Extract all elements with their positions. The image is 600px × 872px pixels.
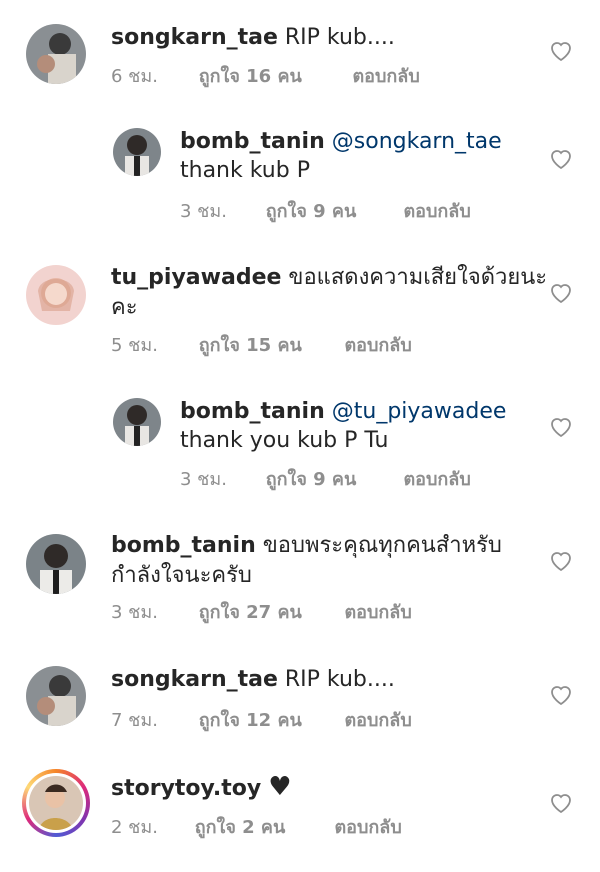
heart-outline-icon[interactable]	[549, 684, 573, 706]
timestamp: 2 ชม.	[111, 817, 158, 838]
comment-body: ขอแสดงความเสียใจด้วยนะ	[288, 265, 548, 290]
avatar[interactable]	[26, 534, 86, 594]
reply-button[interactable]: ตอบกลับ	[334, 812, 401, 841]
heart-outline-icon[interactable]	[549, 416, 573, 438]
username[interactable]: bomb_tanin	[180, 399, 325, 424]
comment-body-continued: กำลังใจนะครับ	[111, 563, 252, 588]
username[interactable]: bomb_tanin	[180, 129, 325, 154]
username[interactable]: songkarn_tae	[111, 25, 278, 50]
comment-text: bomb_tanin @songkarn_tae	[180, 126, 502, 158]
avatar[interactable]	[26, 666, 86, 726]
comment-meta: 2 ชม. ถูกใจ 2 คน ตอบกลับ	[111, 812, 402, 841]
comment-text: tu_piyawadee ขอแสดงความเสียใจด้วยนะ	[111, 262, 547, 294]
comment-body-continued: คะ	[111, 295, 138, 320]
comment-meta: 5 ชม. ถูกใจ 15 คน ตอบกลับ	[111, 330, 412, 359]
timestamp: 7 ชม.	[111, 710, 158, 731]
reply-button[interactable]: ตอบกลับ	[352, 61, 419, 90]
timestamp: 5 ชม.	[111, 335, 158, 356]
heart-outline-icon[interactable]	[549, 282, 573, 304]
avatar[interactable]	[113, 398, 161, 446]
comment-body: thank you kub P Tu	[180, 428, 389, 453]
heart-outline-icon[interactable]	[549, 550, 573, 572]
comment-meta: 3 ชม. ถูกใจ 9 คน ตอบกลับ	[180, 464, 471, 493]
timestamp: 3 ชม.	[180, 469, 227, 490]
username[interactable]: songkarn_tae	[111, 667, 278, 692]
username[interactable]: tu_piyawadee	[111, 265, 281, 290]
comment-body: RIP kub....	[284, 25, 395, 50]
comment-meta: 3 ชม. ถูกใจ 27 คน ตอบกลับ	[111, 597, 412, 626]
likes-count[interactable]: ถูกใจ 2 คน	[195, 812, 329, 841]
likes-count[interactable]: ถูกใจ 12 คน	[199, 705, 339, 734]
story-ring[interactable]	[22, 769, 90, 837]
comment-body: RIP kub....	[284, 667, 395, 692]
comment-meta: 7 ชม. ถูกใจ 12 คน ตอบกลับ	[111, 705, 412, 734]
mention-link[interactable]: @songkarn_tae	[332, 129, 502, 154]
comment-meta: 6 ชม. ถูกใจ 16 คน ตอบกลับ	[111, 61, 420, 90]
timestamp: 6 ชม.	[111, 66, 158, 87]
likes-count[interactable]: ถูกใจ 27 คน	[199, 597, 339, 626]
reply-button[interactable]: ตอบกลับ	[344, 330, 411, 359]
heart-outline-icon[interactable]	[549, 148, 573, 170]
reply-button[interactable]: ตอบกลับ	[344, 705, 411, 734]
comment-body: ขอบพระคุณทุกคนสำหรับ	[262, 533, 502, 558]
comment-meta: 3 ชม. ถูกใจ 9 คน ตอบกลับ	[180, 196, 471, 225]
heart-outline-icon[interactable]	[549, 40, 573, 62]
comment-text: songkarn_tae RIP kub....	[111, 22, 395, 54]
comment-text: songkarn_tae RIP kub....	[111, 664, 395, 696]
username[interactable]: storytoy.toy	[111, 776, 261, 801]
avatar[interactable]	[26, 265, 86, 325]
avatar[interactable]	[26, 24, 86, 84]
reply-button[interactable]: ตอบกลับ	[344, 597, 411, 626]
reply-button[interactable]: ตอบกลับ	[403, 464, 470, 493]
likes-count[interactable]: ถูกใจ 15 คน	[199, 330, 339, 359]
likes-count[interactable]: ถูกใจ 16 คน	[199, 61, 347, 90]
likes-count[interactable]: ถูกใจ 9 คน	[266, 196, 398, 225]
avatar[interactable]	[29, 776, 83, 830]
mention-link[interactable]: @tu_piyawadee	[332, 399, 507, 424]
comment-body: thank kub P	[180, 158, 310, 183]
likes-count[interactable]: ถูกใจ 9 คน	[266, 464, 398, 493]
heart-outline-icon[interactable]	[549, 792, 573, 814]
comment-text: bomb_tanin @tu_piyawadee	[180, 396, 506, 428]
username[interactable]: bomb_tanin	[111, 533, 256, 558]
comment-text: bomb_tanin ขอบพระคุณทุกคนสำหรับ	[111, 530, 502, 562]
reply-button[interactable]: ตอบกลับ	[403, 196, 470, 225]
timestamp: 3 ชม.	[180, 201, 227, 222]
comment-text: storytoy.toy ♥	[111, 771, 292, 805]
heart-emoji: ♥	[268, 772, 292, 802]
timestamp: 3 ชม.	[111, 602, 158, 623]
avatar[interactable]	[113, 128, 161, 176]
